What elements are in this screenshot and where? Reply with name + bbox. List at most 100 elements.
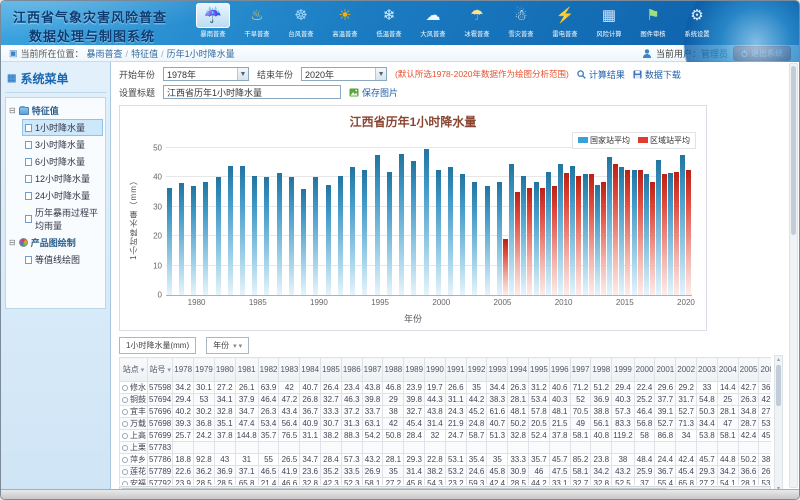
year-column-header[interactable]: 1999 [612,358,634,382]
toolbar-item-7[interactable]: ☂冰雹普查 [455,3,499,39]
year-column-header[interactable]: 1988 [383,358,404,382]
station-cell[interactable]: 莲花 [120,466,148,478]
breadcrumb-item[interactable]: 暴雨普查 [87,49,123,59]
year-column-header[interactable]: 1980 [214,358,235,382]
radio-icon[interactable] [122,469,128,475]
start-year-select[interactable]: 1978年▼ [163,67,249,81]
table-vertical-scroll-thumb[interactable] [776,365,781,406]
table-row[interactable]: 宜丰5769640.230.232.834.726.343.436.733.33… [120,406,772,418]
radio-icon[interactable] [122,421,128,427]
table-row[interactable]: 萍乡5778618.892.843315526.534.728.457.343.… [120,454,772,466]
sidebar-item[interactable]: 6小时降水量 [22,153,103,170]
sort-icon[interactable]: ▾ [139,367,144,374]
year-column-header[interactable]: 1993 [487,358,508,382]
toolbar-item-2[interactable]: ♨干旱普查 [235,3,279,39]
table-row[interactable]: 修水5759834.230.127.226.163.94240.726.423.… [120,382,772,394]
year-column-header[interactable]: 2001 [655,358,676,382]
breadcrumb-item[interactable]: 特征值 [131,49,158,59]
page-vertical-scrollbar[interactable] [789,63,798,488]
station-cell[interactable]: 宜丰 [120,406,148,418]
year-column-header[interactable]: 1981 [235,358,258,382]
year-column-header[interactable]: 1992 [466,358,487,382]
year-column-header[interactable]: 2004 [717,358,738,382]
sidebar-group-2[interactable]: ⊟产品图绘制 [8,234,103,251]
radio-icon[interactable] [122,433,128,439]
year-column-header[interactable]: 1989 [404,358,425,382]
sidebar-item[interactable]: 24小时降水量 [22,187,103,204]
year-column-header[interactable]: 1984 [300,358,321,382]
year-column-header[interactable]: 2003 [697,358,718,382]
station-cell[interactable]: 安福 [120,478,148,486]
year-column-header[interactable]: 2000 [634,358,655,382]
toolbar-item-9[interactable]: ⚡雷电普查 [543,3,587,39]
table-vertical-scrollbar[interactable]: ▴ ▾ [774,355,783,489]
radio-icon[interactable] [122,409,128,415]
toolbar-item-10[interactable]: ▦风险计算 [587,3,631,39]
expand-icon[interactable]: ⊟ [9,106,16,115]
chart-legend[interactable]: 国家站平均 区域站平均 [572,132,696,149]
sidebar-item[interactable]: 1小时降水量 [22,119,103,136]
year-column-header[interactable]: 1997 [570,358,591,382]
station-cell[interactable]: 万载 [120,418,148,430]
toolbar-item-8[interactable]: ☃雪灾普查 [499,3,543,39]
table-metric-box[interactable]: 1小时降水量(mm) [119,337,196,354]
year-filter-box[interactable]: 年份▾ ▾ [206,337,249,354]
toolbar-item-6[interactable]: ☁大风普查 [411,3,455,39]
chevron-down-icon[interactable]: ▼ [237,68,248,80]
toolbar-item-1[interactable]: ☔暴雨普查 [191,3,235,39]
year-column-header[interactable]: 1985 [321,358,342,382]
year-column-header[interactable]: 1994 [508,358,529,382]
year-column-header[interactable]: 1979 [194,358,215,382]
toolbar-item-3[interactable]: ☸台风普查 [279,3,323,39]
radio-icon[interactable] [122,397,128,403]
horizontal-scroll-thumb[interactable] [121,488,667,489]
scroll-down-icon[interactable]: ▾ [775,485,782,489]
radio-icon[interactable] [122,481,128,485]
station-column-header[interactable]: 站点 ▾ [120,358,148,382]
calc-result-button[interactable]: 计算结果 [577,68,625,81]
table-row[interactable]: 上高5769925.724.237.8144.835.776.531.138.2… [120,430,772,442]
station-cell[interactable]: 上栗 [120,442,148,454]
sort-icon[interactable]: ▾ [165,367,170,374]
year-column-header[interactable]: 1996 [549,358,570,382]
sidebar-group-1[interactable]: ⊟特征值 [8,102,103,119]
breadcrumb-item[interactable]: 历年1小时降水量 [167,49,235,59]
year-column-header[interactable]: 2006 [759,358,771,382]
toolbar-item-12[interactable]: ⚙系统设置 [675,3,719,39]
legend-item-regional[interactable]: 区域站平均 [638,135,690,146]
sidebar-item[interactable]: 历年暴雨过程平均雨量 [22,204,103,234]
year-column-header[interactable]: 1983 [279,358,300,382]
year-column-header[interactable]: 2005 [738,358,759,382]
table-row[interactable]: 安福5779223.928.528.565.821.446.632.842.35… [120,478,772,486]
toolbar-item-11[interactable]: ⚑图件审核 [631,3,675,39]
year-column-header[interactable]: 1991 [445,358,466,382]
sidebar-item[interactable]: 12小时降水量 [22,170,103,187]
code-column-header[interactable]: 站号 ▾ [148,358,173,382]
legend-item-national[interactable]: 国家站平均 [578,135,630,146]
station-cell[interactable]: 上高 [120,430,148,442]
table-row[interactable]: 铜鼓5769429.45334.137.946.447.226.832.746.… [120,394,772,406]
sort-icons[interactable]: ▾ ▾ [233,342,242,350]
table-row[interactable]: 上栗57783 [120,442,772,454]
year-column-header[interactable]: 1986 [341,358,362,382]
year-column-header[interactable]: 2002 [676,358,697,382]
data-download-button[interactable]: 数据下载 [633,68,681,81]
toolbar-item-4[interactable]: ☀高温普查 [323,3,367,39]
year-column-header[interactable]: 1998 [591,358,612,382]
sidebar-item[interactable]: 3小时降水量 [22,136,103,153]
radio-icon[interactable] [122,385,128,391]
chevron-down-icon[interactable]: ▼ [375,68,386,80]
horizontal-scrollbar[interactable] [119,486,771,489]
scroll-up-icon[interactable]: ▴ [775,356,782,363]
station-cell[interactable]: 萍乡 [120,454,148,466]
table-row[interactable]: 莲花5778922.636.236.937.146.541.923.635.23… [120,466,772,478]
year-column-header[interactable]: 1982 [258,358,279,382]
radio-icon[interactable] [122,457,128,463]
page-scroll-thumb[interactable] [791,66,796,235]
toolbar-item-5[interactable]: ❄低温普查 [367,3,411,39]
year-column-header[interactable]: 1987 [362,358,383,382]
station-cell[interactable]: 铜鼓 [120,394,148,406]
radio-icon[interactable] [122,445,128,451]
year-column-header[interactable]: 1978 [173,358,194,382]
chart-title-input[interactable] [163,85,341,99]
